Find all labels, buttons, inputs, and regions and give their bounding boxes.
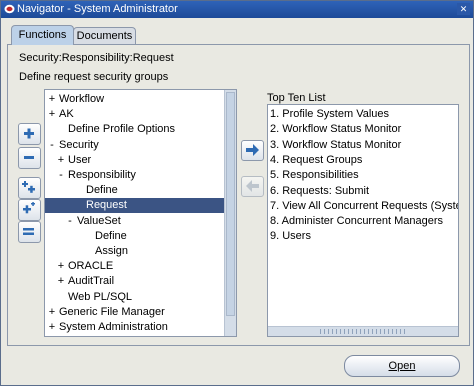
- list-item[interactable]: 3. Workflow Status Monitor: [270, 138, 401, 153]
- description-text: Define request security groups: [19, 71, 169, 83]
- tree-item[interactable]: + Workflow: [45, 92, 224, 107]
- tree-item-label: Define: [95, 229, 127, 242]
- remove-from-list-icon: [246, 180, 259, 192]
- tree-item-label: Assign: [95, 245, 129, 257]
- tree-item-label: AuditTrail: [68, 275, 115, 288]
- top-ten-scrollbar[interactable]: [268, 326, 458, 336]
- tree-item[interactable]: Request: [45, 198, 224, 214]
- list-item[interactable]: 9. Users: [270, 229, 311, 244]
- tree-item-label: Generic File Manager: [59, 305, 165, 318]
- top-ten-title: Top Ten List: [267, 92, 326, 104]
- open-button[interactable]: Open: [344, 355, 460, 377]
- top-ten-list[interactable]: 1. Profile System Values 2. Workflow Stat…: [267, 104, 459, 337]
- tree-expander[interactable]: -: [47, 138, 57, 153]
- list-item[interactable]: 8. Administer Concurrent Managers: [270, 214, 443, 229]
- tree-item[interactable]: Web PL/SQL: [45, 290, 224, 305]
- scrollbar-grip: [320, 329, 406, 334]
- tree-item[interactable]: + Generic File Manager: [45, 305, 224, 320]
- tree-expander[interactable]: -: [56, 168, 66, 183]
- list-item[interactable]: 5. Responsibilities: [270, 168, 359, 183]
- tree-item-label: Define: [86, 184, 118, 197]
- tree-items: + Workflow + AK Define Profile Options - Secur…: [45, 90, 224, 336]
- tree-item[interactable]: Define Profile Options: [45, 122, 224, 137]
- functions-tree[interactable]: + Workflow + AK Define Profile Options - Secur…: [44, 89, 237, 337]
- tree-item-label: ValueSet: [77, 214, 121, 227]
- collapse-all-button[interactable]: [18, 221, 41, 243]
- tree-expander[interactable]: +: [56, 153, 66, 168]
- tree-expander[interactable]: +: [47, 305, 57, 320]
- tree-expander[interactable]: +: [47, 107, 57, 122]
- list-item[interactable]: 6. Requests: Submit: [270, 184, 369, 199]
- tree-expander[interactable]: +: [56, 259, 66, 274]
- add-to-list-button[interactable]: [241, 140, 264, 161]
- window-title: Navigator - System Administrator: [17, 3, 178, 15]
- collapse-button[interactable]: [18, 147, 41, 169]
- tree-item[interactable]: - Security: [45, 138, 224, 153]
- tree-item[interactable]: Assign: [45, 244, 224, 259]
- tree-item-label: Web PL/SQL: [68, 290, 132, 303]
- title-bar: Navigator - System Administrator ✕: [1, 1, 473, 18]
- tree-item[interactable]: Define: [45, 229, 224, 244]
- tree-item[interactable]: + System Administration: [45, 320, 224, 335]
- list-item[interactable]: 7. View All Concurrent Requests (System: [270, 199, 458, 214]
- expand-all-icon: [22, 181, 35, 193]
- tree-item[interactable]: + ORACLE: [45, 259, 224, 274]
- tree-item-label: Workflow: [59, 93, 105, 105]
- tree-item[interactable]: + AK: [45, 107, 224, 122]
- tree-expander[interactable]: +: [47, 320, 57, 335]
- tab-label: Functions: [18, 29, 67, 41]
- expand-button[interactable]: [18, 123, 41, 145]
- tree-item-label: System Administration: [59, 321, 168, 333]
- tab-documents[interactable]: Documents: [73, 27, 136, 45]
- tree-item[interactable]: - ValueSet: [45, 214, 224, 229]
- tree-item-label: User: [68, 153, 92, 166]
- tab-label: Documents: [76, 30, 133, 42]
- open-button-label: Open: [388, 360, 416, 372]
- collapse-icon: [24, 156, 34, 159]
- tree-item[interactable]: + AuditTrail: [45, 274, 224, 289]
- collapse-all-icon: [23, 228, 34, 235]
- expand-all-button[interactable]: [18, 177, 41, 199]
- tree-item[interactable]: Define: [45, 183, 224, 198]
- tree-expander[interactable]: -: [65, 214, 75, 229]
- tree-item-label: AK: [59, 108, 74, 121]
- navigator-window: Navigator - System Administrator ✕ Funct…: [0, 0, 474, 386]
- tree-scrollbar-thumb[interactable]: [226, 92, 235, 316]
- tree-expander[interactable]: +: [47, 92, 57, 107]
- expand-branch-button[interactable]: [18, 199, 41, 221]
- list-item[interactable]: 4. Request Groups: [270, 153, 362, 168]
- tab-functions[interactable]: Functions: [11, 25, 74, 45]
- list-item[interactable]: 1. Profile System Values: [270, 107, 389, 122]
- tree-item-label: Security: [59, 138, 99, 151]
- expand-branch-icon: [23, 202, 35, 214]
- tree-item-label: Define Profile Options: [68, 123, 175, 136]
- tree-item-label: ORACLE: [68, 260, 114, 273]
- breadcrumb: Security:Responsibility:Request: [19, 52, 174, 64]
- tree-item[interactable]: + User: [45, 153, 224, 168]
- close-icon[interactable]: ✕: [457, 3, 470, 15]
- remove-from-list-button[interactable]: [241, 176, 264, 197]
- tree-item-label: Request: [86, 199, 127, 212]
- tree-expander[interactable]: +: [56, 274, 66, 289]
- tree-item-label: Responsibility: [68, 169, 136, 181]
- list-item[interactable]: 2. Workflow Status Monitor: [270, 122, 401, 137]
- tree-item[interactable]: - Responsibility: [45, 168, 224, 183]
- expand-icon: [24, 128, 34, 139]
- add-to-list-icon: [246, 144, 259, 156]
- tree-scrollbar[interactable]: [224, 90, 236, 336]
- oracle-logo-icon: [4, 4, 15, 14]
